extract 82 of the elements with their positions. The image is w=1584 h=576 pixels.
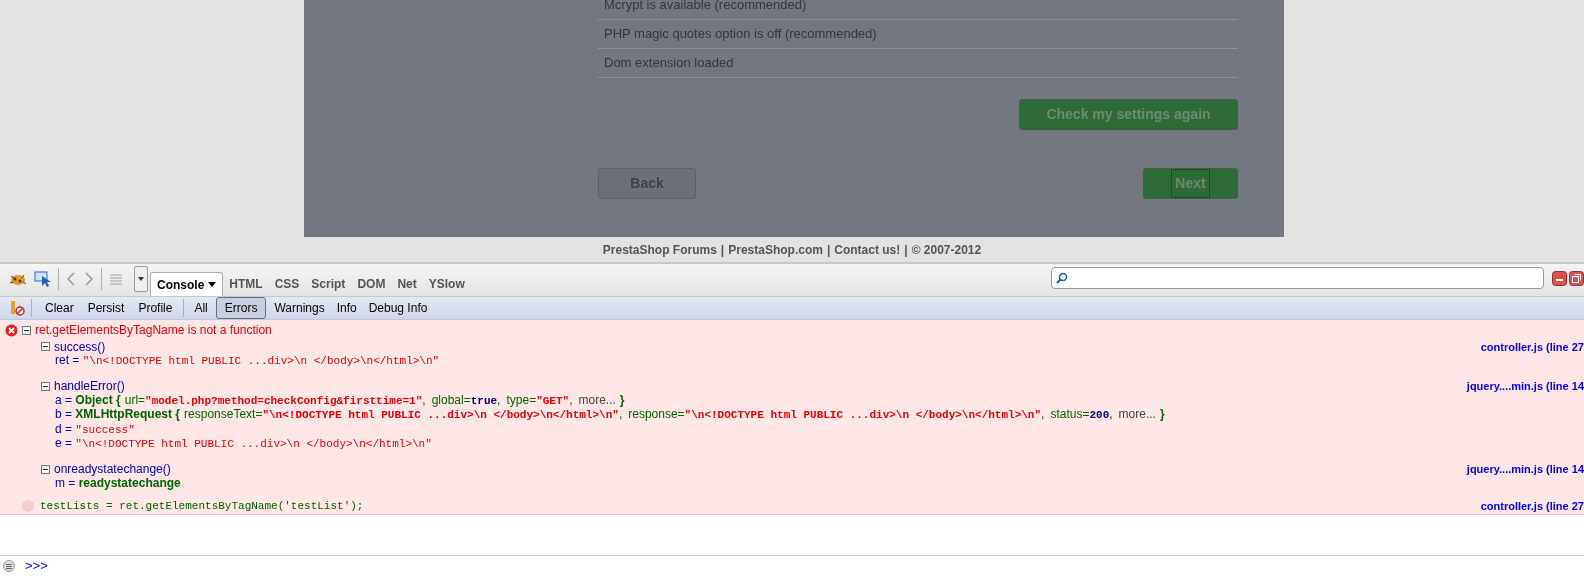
variable-name: d = — [55, 421, 73, 436]
checklist-row: Dom extension loaded — [598, 49, 1238, 78]
source-link[interactable]: controller.js (line 27 — [1480, 499, 1584, 513]
panel-tab[interactable]: Net — [391, 272, 423, 296]
stack-frame-link[interactable]: handleError() — [54, 379, 125, 393]
property-name: url= — [124, 392, 146, 407]
string-value: "GET" — [536, 393, 570, 408]
stack-frame-link[interactable]: onreadystatechange() — [54, 462, 171, 476]
object-value[interactable]: } — [619, 392, 625, 407]
footer-link[interactable]: PrestaShop Forums — [602, 240, 717, 259]
panel-tab[interactable]: CSS — [268, 272, 306, 296]
collapse-icon[interactable] — [41, 342, 50, 351]
filter-tab[interactable]: Warnings — [268, 298, 331, 318]
filter-tab[interactable]: Debug Info — [362, 298, 434, 318]
filter-tab[interactable]: Info — [330, 298, 363, 318]
panel-tab[interactable]: HTML — [223, 272, 269, 296]
panel-tab[interactable]: Script — [305, 272, 352, 296]
more-link[interactable]: more... — [578, 392, 616, 407]
search-field[interactable] — [1051, 267, 1544, 289]
separator: , — [422, 392, 426, 407]
source-link[interactable]: jquery....min.js (line 14 — [1466, 379, 1584, 393]
footer-link[interactable]: © 2007-2012 — [911, 240, 982, 259]
error-icon — [5, 323, 18, 337]
variable-name: e = — [55, 436, 73, 450]
restore-icon[interactable] — [1569, 271, 1584, 286]
object-value[interactable]: readystatechange — [78, 475, 181, 490]
object-value[interactable]: } — [1159, 407, 1165, 421]
property-name: type= — [506, 392, 537, 407]
collapse-icon[interactable] — [41, 464, 50, 474]
variable-name: b = — [55, 407, 73, 421]
caret-icon — [138, 277, 144, 281]
collapse-icon[interactable] — [41, 381, 50, 391]
footer-separator: | — [720, 241, 725, 259]
source-code-line: testLists = ret.getElementsByTagName('testList'); — [40, 499, 364, 513]
separator: , — [1041, 407, 1045, 421]
panel-tab[interactable]: DOM — [351, 272, 392, 296]
filter-tab[interactable]: Errors — [215, 297, 267, 319]
object-value[interactable]: Object { — [75, 392, 121, 407]
panel-tab[interactable]: Console — [150, 272, 224, 296]
panel-tab[interactable]: YSlow — [422, 272, 471, 296]
filter-tab[interactable]: All — [188, 298, 214, 318]
variable-name: a = — [55, 392, 72, 407]
inspect-icon[interactable] — [34, 271, 52, 287]
search-icon — [1056, 272, 1068, 284]
separator: , — [1109, 407, 1113, 421]
menu-dropdown-button[interactable] — [134, 266, 148, 292]
string-value: "\n<!DOCTYPE html PUBLIC ...div>\n </body>\n</html>\n" — [75, 437, 432, 451]
property-name: responseText= — [184, 407, 263, 421]
footer-link[interactable]: PrestaShop.com — [728, 240, 823, 259]
checklist-row: Mcrypt is available (recommended) — [598, 0, 1238, 20]
separator: , — [497, 392, 501, 407]
string-value: "\n<!DOCTYPE html PUBLIC ...div>\n </body>\n</html>\n" — [82, 354, 440, 368]
string-value: "\n<!DOCTYPE html PUBLIC ...div>\n </body>\n</html>\n" — [262, 408, 619, 422]
object-value[interactable]: XMLHttpRequest { — [75, 407, 181, 421]
string-value: "success" — [75, 422, 135, 437]
separator: , — [618, 407, 623, 421]
footer-link[interactable]: Contact us! — [834, 240, 901, 259]
command-menu-icon[interactable] — [3, 560, 15, 572]
property-name: status= — [1050, 407, 1090, 421]
source-link[interactable]: jquery....min.js (line 14 — [1466, 462, 1584, 476]
source-link[interactable]: controller.js (line 27 — [1480, 339, 1584, 354]
property-name: response= — [628, 407, 685, 421]
caret-icon — [208, 282, 217, 287]
console-button[interactable]: Profile — [131, 298, 180, 318]
footer-separator: | — [904, 241, 908, 259]
command-prompt: >>> — [25, 557, 48, 576]
minimize-icon[interactable] — [1552, 271, 1567, 286]
variable-name: m = — [55, 475, 76, 490]
checklist-row: PHP magic quotes option is off (recommended) — [598, 20, 1238, 49]
error-message: ret.getElementsByTagName is not a function — [35, 323, 272, 337]
console-button[interactable]: Persist — [80, 298, 132, 318]
property-name: global= — [431, 392, 471, 407]
stack-frame-link[interactable]: success() — [54, 339, 106, 354]
string-value: "model.php?method=checkConfig&firsttime=1" — [145, 393, 423, 408]
variable-name: ret = — [55, 353, 80, 367]
clear-console-icon[interactable] — [9, 300, 25, 316]
console-button[interactable]: Clear — [38, 298, 81, 318]
string-value: "\n<!DOCTYPE html PUBLIC ...div>\n </body>\n</html>\n" — [684, 408, 1042, 422]
collapse-icon[interactable] — [22, 325, 31, 335]
more-link[interactable]: more... — [1118, 407, 1156, 421]
separator: , — [569, 392, 573, 407]
footer-separator: | — [826, 241, 831, 259]
